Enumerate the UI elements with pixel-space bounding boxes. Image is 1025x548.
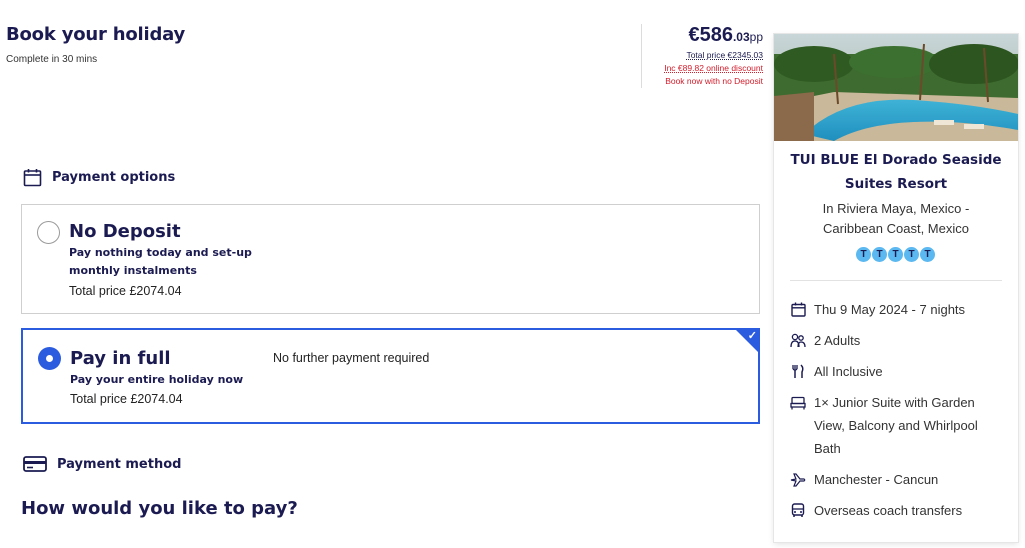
page-subtitle: Complete in 30 mins — [6, 54, 98, 65]
total-price-link[interactable]: Total price €2345.03 — [686, 50, 763, 60]
no-deposit-note: Book now with no Deposit — [665, 76, 763, 86]
price-per-person: €586.03pp — [642, 24, 763, 47]
option-total-price: Total price £2074.04 — [70, 392, 183, 406]
detail-dates: Thu 9 May 2024 - 7 nights — [790, 298, 1005, 321]
detail-transfers: Overseas coach transfers — [790, 499, 1005, 522]
hotel-rating: T T T T T — [856, 247, 935, 262]
rating-icon: T — [856, 247, 871, 262]
page-header: Book your holiday Complete in 30 mins — [6, 24, 185, 65]
price-summary: €586.03pp Total price €2345.03 Inc €89.8… — [641, 24, 763, 88]
option-title: No Deposit — [69, 221, 181, 242]
rating-icon: T — [920, 247, 935, 262]
option-description: Pay your entire holiday now — [70, 373, 244, 386]
rating-icon: T — [872, 247, 887, 262]
detail-room: 1× Junior Suite with Garden View, Balcon… — [790, 391, 1005, 460]
payment-options-title: Payment options — [52, 170, 176, 185]
hotel-location: In Riviera Maya, Mexico - Caribbean Coas… — [822, 201, 970, 236]
rating-icon: T — [888, 247, 903, 262]
price-decimal: .03 — [732, 30, 750, 44]
price-per-label: pp — [749, 30, 763, 44]
calendar-icon — [790, 298, 806, 321]
option-title: Pay in full — [70, 348, 171, 369]
how-to-pay-heading: How would you like to pay? — [21, 498, 298, 519]
hotel-name[interactable]: TUI BLUE El Dorado Seaside Suites Resort — [774, 148, 1018, 196]
payment-option-pay-in-full[interactable]: Pay in full No further payment required … — [21, 328, 760, 424]
detail-text: 1× Junior Suite with Garden View, Balcon… — [814, 395, 978, 456]
payment-option-no-deposit[interactable]: No Deposit Pay nothing today and set-up … — [21, 204, 760, 314]
page-title: Book your holiday — [6, 24, 186, 45]
no-deposit-radio[interactable] — [37, 221, 60, 244]
detail-text: 2 Adults — [814, 333, 861, 348]
plane-icon — [790, 468, 806, 491]
credit-card-icon — [23, 456, 47, 472]
bus-icon — [790, 499, 806, 522]
detail-flight: Manchester - Cancun — [790, 468, 1005, 491]
rating-icon: T — [904, 247, 919, 262]
detail-text: Manchester - Cancun — [814, 472, 939, 487]
detail-text: Thu 9 May 2024 - 7 nights — [814, 302, 966, 317]
payment-method-heading: Payment method — [23, 455, 181, 473]
calendar-icon — [23, 169, 42, 187]
divider — [790, 280, 1002, 281]
people-icon — [790, 329, 806, 352]
option-total-price: Total price £2074.04 — [69, 284, 182, 298]
pay-in-full-radio[interactable] — [38, 347, 61, 370]
price-currency: € — [688, 24, 700, 46]
check-icon: ✓ — [747, 330, 757, 342]
option-description: Pay nothing today and set-up monthly ins… — [69, 246, 252, 277]
payment-method-title: Payment method — [57, 456, 182, 472]
cutlery-icon — [790, 360, 806, 383]
option-note: No further payment required — [273, 351, 430, 365]
detail-text: All Inclusive — [814, 364, 883, 379]
price-whole: 586 — [699, 24, 733, 46]
payment-options-heading: Payment options — [23, 168, 175, 187]
hotel-summary-card: TUI BLUE El Dorado Seaside Suites Resort… — [774, 34, 1018, 542]
detail-guests: 2 Adults — [790, 329, 1005, 352]
detail-text: Overseas coach transfers — [814, 503, 963, 518]
hotel-image — [774, 34, 1018, 141]
bed-icon — [790, 391, 806, 414]
online-discount-link[interactable]: Inc €89.82 online discount — [664, 63, 763, 73]
detail-board: All Inclusive — [790, 360, 1005, 383]
